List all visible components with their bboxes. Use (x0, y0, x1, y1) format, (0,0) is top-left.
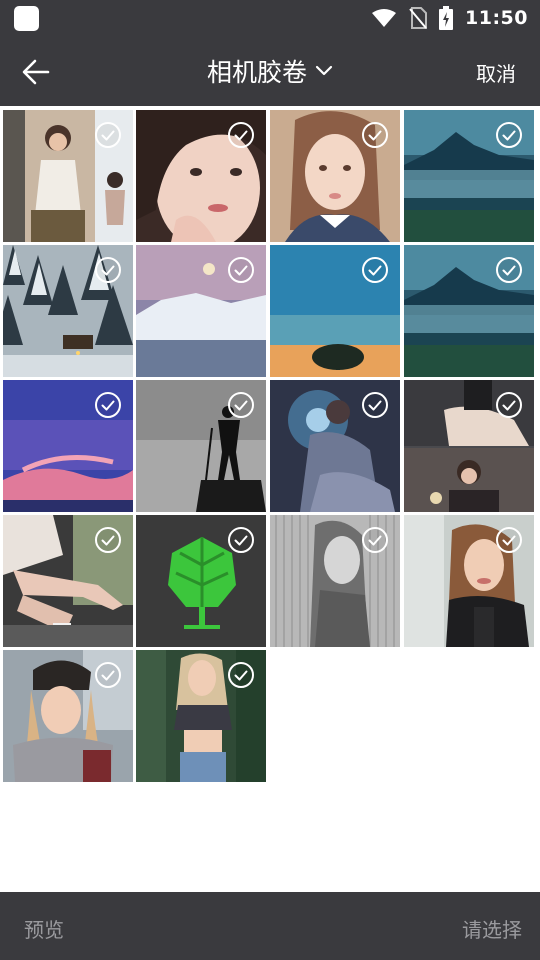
photo-thumbnail[interactable] (270, 515, 400, 647)
status-icons: 11:50 (371, 0, 528, 36)
select-checkbox[interactable] (95, 122, 121, 148)
photo-thumbnail[interactable] (3, 380, 133, 512)
select-checkbox[interactable] (362, 257, 388, 283)
status-time: 11:50 (465, 7, 528, 29)
select-checkbox[interactable] (228, 392, 254, 418)
select-checkbox[interactable] (95, 662, 121, 688)
photo-thumbnail[interactable] (270, 380, 400, 512)
check-icon (502, 265, 516, 275)
select-checkbox[interactable] (496, 527, 522, 553)
photo-thumbnail[interactable] (404, 245, 534, 377)
photo-thumbnail[interactable] (270, 110, 400, 242)
select-checkbox[interactable] (228, 662, 254, 688)
check-icon (234, 670, 248, 680)
preview-button[interactable]: 预览 (24, 914, 64, 943)
select-checkbox[interactable] (228, 257, 254, 283)
select-checkbox[interactable] (95, 257, 121, 283)
select-checkbox[interactable] (362, 122, 388, 148)
album-selector[interactable]: 相机胶卷 (0, 36, 540, 106)
photo-thumbnail[interactable] (404, 515, 534, 647)
check-icon (502, 535, 516, 545)
check-icon (234, 400, 248, 410)
confirm-select-button[interactable]: 请选择 (462, 914, 522, 943)
cancel-button[interactable]: 取消 (476, 58, 516, 87)
check-icon (234, 130, 248, 140)
chevron-down-icon[interactable] (315, 65, 333, 77)
photo-thumbnail[interactable] (3, 515, 133, 647)
photo-thumbnail[interactable] (136, 515, 266, 647)
select-checkbox[interactable] (228, 122, 254, 148)
select-checkbox[interactable] (95, 527, 121, 553)
check-icon (101, 535, 115, 545)
arrow-left-icon (22, 59, 50, 85)
photo-thumbnail[interactable] (3, 110, 133, 242)
select-checkbox[interactable] (362, 527, 388, 553)
back-button[interactable] (16, 52, 56, 92)
select-checkbox[interactable] (496, 257, 522, 283)
app-icon (14, 6, 39, 31)
no-sim-icon (409, 7, 428, 29)
select-checkbox[interactable] (496, 122, 522, 148)
status-bar: 11:50 (0, 0, 540, 36)
check-icon (234, 265, 248, 275)
select-checkbox[interactable] (362, 392, 388, 418)
photo-thumbnail[interactable] (136, 650, 266, 782)
photo-thumbnail[interactable] (404, 380, 534, 512)
select-checkbox[interactable] (496, 392, 522, 418)
check-icon (101, 265, 115, 275)
check-icon (502, 130, 516, 140)
photo-thumbnail[interactable] (136, 110, 266, 242)
check-icon (368, 400, 382, 410)
album-title[interactable]: 相机胶卷 (207, 53, 307, 89)
wifi-icon (372, 9, 397, 27)
photo-thumbnail[interactable] (136, 245, 266, 377)
toolbar: 相机胶卷 取消 (0, 36, 540, 106)
photo-thumbnail[interactable] (404, 110, 534, 242)
photo-thumbnail[interactable] (3, 650, 133, 782)
select-checkbox[interactable] (95, 392, 121, 418)
battery-charging-icon (439, 6, 454, 30)
check-icon (502, 400, 516, 410)
check-icon (368, 130, 382, 140)
check-icon (234, 535, 248, 545)
bottom-bar: 预览 请选择 (0, 892, 540, 960)
check-icon (101, 670, 115, 680)
photo-thumbnail[interactable] (3, 245, 133, 377)
check-icon (101, 130, 115, 140)
photo-thumbnail[interactable] (270, 245, 400, 377)
photo-thumbnail[interactable] (136, 380, 266, 512)
select-checkbox[interactable] (228, 527, 254, 553)
check-icon (368, 535, 382, 545)
check-icon (368, 265, 382, 275)
check-icon (101, 400, 115, 410)
